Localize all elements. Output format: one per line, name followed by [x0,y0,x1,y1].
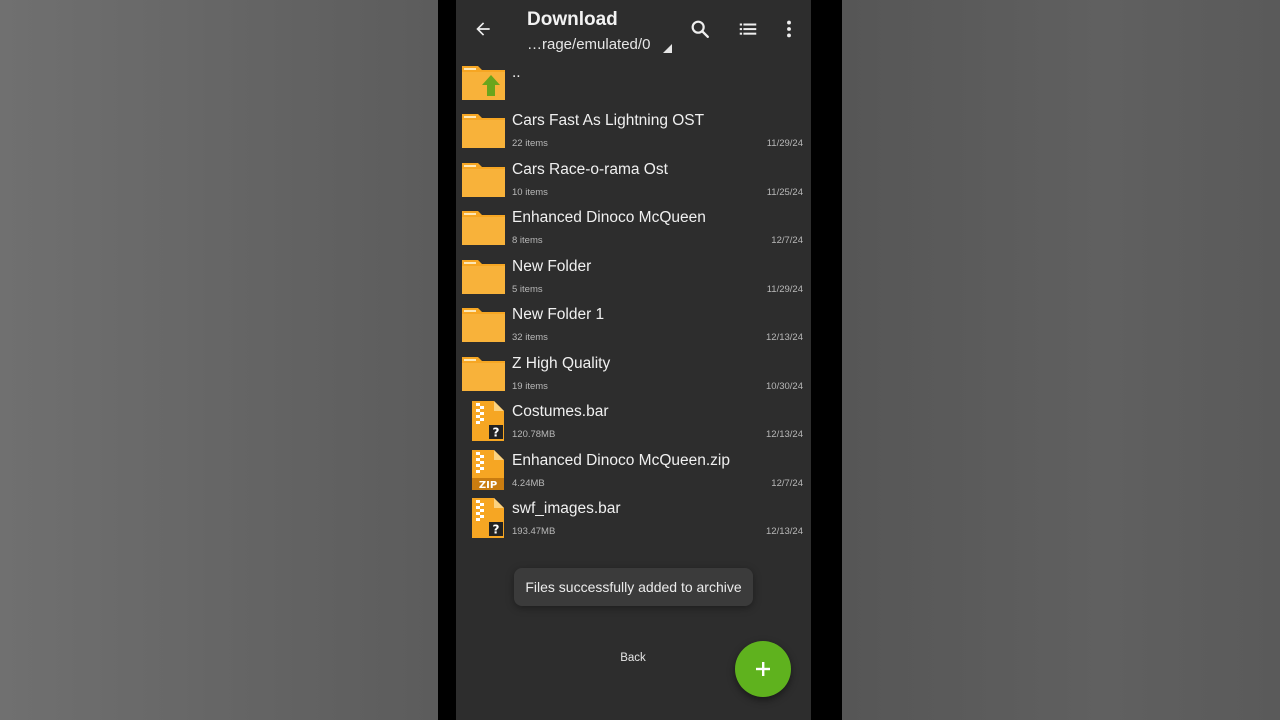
file-meta: 120.78MB [512,429,556,440]
path-dropdown-icon[interactable] [663,44,672,53]
list-item-folder[interactable]: Cars Fast As Lightning OST 22 items 11/2… [456,106,811,154]
list-item-folder[interactable]: Cars Race-o-rama Ost 10 items 11/25/24 [456,155,811,203]
file-name: Enhanced Dinoco McQueen.zip [512,452,730,469]
file-name: Enhanced Dinoco McQueen [512,209,706,226]
folder-up-icon [462,66,505,100]
file-date: 12/7/24 [771,235,803,246]
file-meta: 32 items [512,332,548,343]
app-screen: Download …rage/emulated/0 .. Cars Fast A… [456,0,811,720]
archive-unknown-icon: ? [472,498,504,538]
list-item-archive[interactable]: ? Costumes.bar 120.78MB 12/13/24 [456,397,811,445]
file-name: New Folder 1 [512,306,605,323]
file-name: swf_images.bar [512,500,621,517]
file-date: 11/25/24 [766,187,803,198]
file-meta: 4.24MB [512,478,545,489]
back-button[interactable] [470,16,496,42]
more-vert-icon [787,20,791,38]
file-name: Cars Fast As Lightning OST [512,112,705,129]
list-item-parent-folder[interactable]: .. [456,58,811,106]
list-item-archive[interactable]: ? swf_images.bar 193.47MB 12/13/24 [456,494,811,542]
folder-icon [462,357,505,391]
file-meta: 5 items [512,284,543,295]
file-date: 11/29/24 [766,138,803,149]
plus-icon [756,662,770,676]
file-meta: 8 items [512,235,543,246]
file-name: .. [512,64,521,81]
back-arrow-icon [476,22,490,36]
list-item-folder[interactable]: Enhanced Dinoco McQueen 8 items 12/7/24 [456,203,811,251]
list-item-archive[interactable]: ZIP Enhanced Dinoco McQueen.zip 4.24MB 1… [456,446,811,494]
zip-label: ZIP [479,480,497,490]
more-options-button[interactable] [777,17,801,41]
file-name: New Folder [512,258,592,275]
background-right [842,0,1280,720]
folder-icon [462,260,505,294]
file-date: 12/13/24 [766,429,803,440]
file-meta: 22 items [512,138,548,149]
file-meta: 10 items [512,187,548,198]
search-button[interactable] [688,17,712,41]
folder-icon [462,211,505,245]
add-fab-button[interactable] [735,641,791,697]
file-name: Z High Quality [512,355,611,372]
file-date: 11/29/24 [766,284,803,295]
list-view-icon [739,23,757,35]
path-selector[interactable]: …rage/emulated/0 [527,36,650,53]
back-text-button[interactable]: Back [606,652,660,664]
file-date: 12/7/24 [771,478,803,489]
zip-archive-icon: ZIP [472,450,504,490]
file-date: 12/13/24 [766,332,803,343]
page-title: Download [527,9,618,30]
list-item-folder[interactable]: New Folder 1 32 items 12/13/24 [456,300,811,348]
file-meta: 193.47MB [512,526,556,537]
file-name: Cars Race-o-rama Ost [512,161,668,178]
file-name: Costumes.bar [512,403,609,420]
file-date: 12/13/24 [766,526,803,537]
list-item-folder[interactable]: Z High Quality 19 items 10/30/24 [456,349,811,397]
toast-message: Files successfully added to archive [514,568,753,606]
view-mode-button[interactable] [736,17,760,41]
archive-unknown-glyph: ? [493,426,500,440]
folder-icon [462,114,505,148]
file-date: 10/30/24 [766,381,803,392]
archive-unknown-glyph: ? [493,523,500,537]
file-list: .. Cars Fast As Lightning OST 22 items 1… [456,58,811,542]
search-icon [691,20,709,38]
toolbar: Download …rage/emulated/0 [456,0,811,59]
folder-icon [462,308,505,342]
folder-icon [462,163,505,197]
archive-unknown-icon: ? [472,401,504,441]
list-item-folder[interactable]: New Folder 5 items 11/29/24 [456,252,811,300]
file-meta: 19 items [512,381,548,392]
